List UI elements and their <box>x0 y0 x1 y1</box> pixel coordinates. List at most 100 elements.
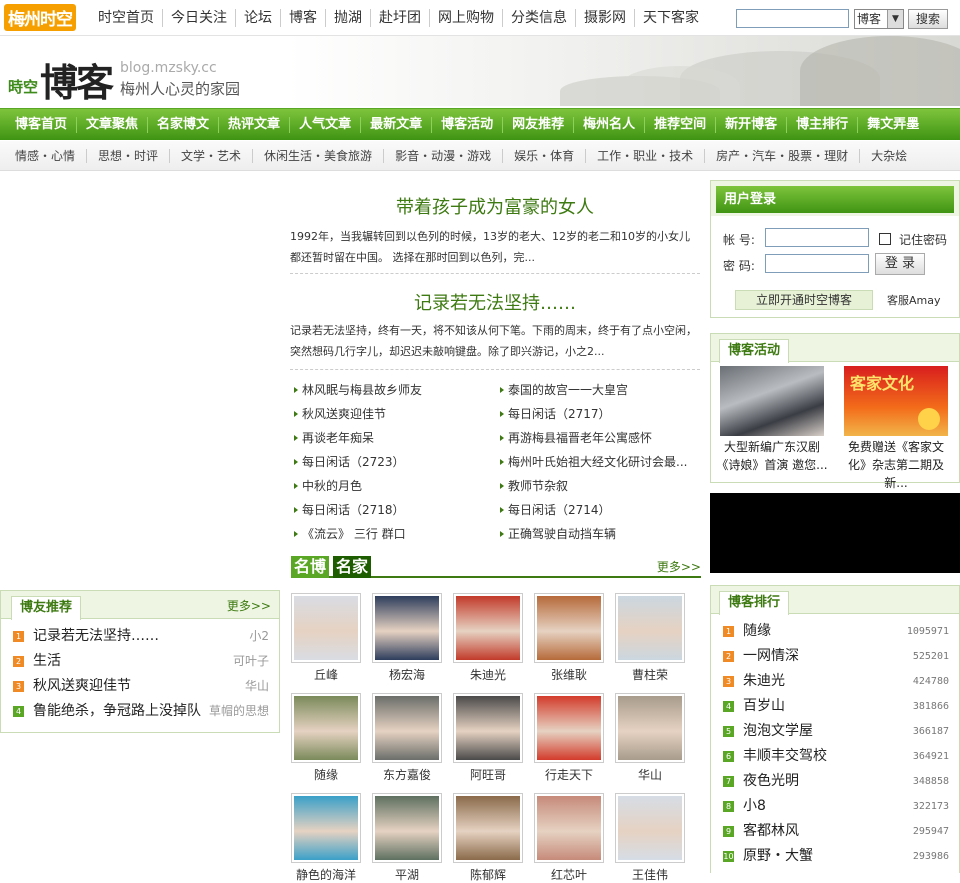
top-nav-link[interactable]: 摄影网 <box>575 9 634 27</box>
article-link[interactable]: 正确驾驶自动挡车辆 <box>498 524 704 548</box>
blogger-avatar[interactable] <box>372 693 442 763</box>
top-nav-link[interactable]: 天下客家 <box>634 9 707 27</box>
main-nav-item[interactable]: 博主排行 <box>786 116 857 133</box>
famous-blogger-more-link[interactable]: 更多>> <box>657 558 701 575</box>
friend-recommend-more-link[interactable]: 更多>> <box>227 597 271 614</box>
article-link[interactable]: 每日闲话（2723） <box>292 452 498 476</box>
ranking-row[interactable]: 8 小8 322173 <box>711 794 959 819</box>
blogger-card[interactable]: 平湖 <box>372 793 442 883</box>
main-nav-item[interactable]: 最新文章 <box>360 116 431 133</box>
category-nav-item[interactable]: 大杂烩 <box>859 148 918 163</box>
top-nav-link[interactable]: 赴圩团 <box>370 9 429 27</box>
ranking-row[interactable]: 6 丰顺丰交驾校 364921 <box>711 744 959 769</box>
ranking-blog-name[interactable]: 小8 <box>743 798 766 814</box>
remember-password-checkbox[interactable] <box>879 233 891 245</box>
blogger-avatar[interactable] <box>291 793 361 863</box>
friend-recommend-tab[interactable]: 博友推荐 <box>11 596 82 620</box>
search-button[interactable]: 搜索 <box>908 9 948 29</box>
blogger-avatar[interactable] <box>291 693 361 763</box>
article-link[interactable]: 秋风送爽迎佳节 <box>292 404 498 428</box>
ranking-row[interactable]: 1 随缘 1095971 <box>711 619 959 644</box>
blogger-avatar[interactable] <box>534 693 604 763</box>
main-nav-item[interactable]: 推荐空间 <box>644 116 715 133</box>
blogger-card[interactable]: 朱迪光 <box>453 593 523 683</box>
main-nav-item[interactable]: 热评文章 <box>218 116 289 133</box>
blogger-name[interactable]: 随缘 <box>291 766 361 783</box>
category-nav-item[interactable]: 房产・汽车・股票・理财 <box>704 148 859 163</box>
blogger-name[interactable]: 陈郁辉 <box>453 866 523 883</box>
list-item-title[interactable]: 记录若无法坚持…… <box>33 628 159 644</box>
blogger-name[interactable]: 华山 <box>615 766 685 783</box>
blogger-avatar[interactable] <box>534 593 604 663</box>
search-category-select[interactable]: 博客 <box>854 9 904 29</box>
blogger-name[interactable]: 静色的海洋 <box>291 866 361 883</box>
article-link[interactable]: 林风眠与梅县故乡师友 <box>292 380 498 404</box>
blogger-card[interactable]: 杨宏海 <box>372 593 442 683</box>
main-nav-item[interactable]: 文章聚焦 <box>76 116 147 133</box>
ranking-blog-name[interactable]: 原野・大蟹 <box>743 848 813 864</box>
list-item[interactable]: 1 记录若无法坚持…… 小2 <box>1 624 279 649</box>
article-link[interactable]: 再谈老年痴呆 <box>292 428 498 452</box>
blogger-card[interactable]: 静色的海洋 <box>291 793 361 883</box>
ranking-blog-name[interactable]: 丰顺丰交驾校 <box>743 748 827 764</box>
login-button[interactable]: 登 录 <box>875 253 925 275</box>
blogger-avatar[interactable] <box>453 793 523 863</box>
top-nav-link[interactable]: 时空首页 <box>90 9 162 27</box>
top-nav-link[interactable]: 分类信息 <box>502 9 575 27</box>
blogger-avatar[interactable] <box>615 693 685 763</box>
ranking-blog-name[interactable]: 朱迪光 <box>743 673 785 689</box>
featured-title-2[interactable]: 记录若无法坚持…… <box>290 289 700 315</box>
list-item-author[interactable]: 可叶子 <box>233 649 269 674</box>
blogger-avatar[interactable] <box>453 693 523 763</box>
top-nav-link[interactable]: 今日关注 <box>162 9 235 27</box>
main-nav-item[interactable]: 新开博客 <box>715 116 786 133</box>
article-link[interactable]: 每日闲话（2714） <box>498 500 704 524</box>
activity-image[interactable]: 客家文化 <box>844 366 948 436</box>
ranking-row[interactable]: 10 原野・大蟹 293986 <box>711 844 959 869</box>
list-item[interactable]: 3 秋风送爽迎佳节 华山 <box>1 674 279 699</box>
password-input[interactable] <box>765 254 869 273</box>
category-nav-item[interactable]: 文学・艺术 <box>169 148 252 163</box>
blogger-card[interactable]: 随缘 <box>291 693 361 783</box>
activity-caption[interactable]: 免费赠送《客家文化》杂志第二期及新... <box>839 438 953 492</box>
list-item-title[interactable]: 鲁能绝杀，争冠路上没掉队 <box>33 703 201 719</box>
ranking-blog-name[interactable]: 夜色光明 <box>743 773 799 789</box>
ranking-row[interactable]: 5 泡泡文学屋 366187 <box>711 719 959 744</box>
account-input[interactable] <box>765 228 869 247</box>
activity-item[interactable]: 大型新编广东汉剧《诗娘》首演 邀您... <box>715 366 829 474</box>
article-link[interactable]: 每日闲话（2717） <box>498 404 704 428</box>
category-nav-item[interactable]: 休闲生活・美食旅游 <box>252 148 383 163</box>
article-link[interactable]: 梅州叶氏始祖大经文化研讨会最... <box>498 452 704 476</box>
blog-ranking-tab[interactable]: 博客排行 <box>719 591 790 615</box>
list-item-title[interactable]: 生活 <box>33 653 61 669</box>
blogger-name[interactable]: 东方嘉俊 <box>372 766 442 783</box>
blogger-avatar[interactable] <box>291 593 361 663</box>
blog-activity-tab[interactable]: 博客活动 <box>719 339 790 363</box>
top-nav-link[interactable]: 论坛 <box>235 9 280 27</box>
ranking-row[interactable]: 7 夜色光明 348858 <box>711 769 959 794</box>
blogger-card[interactable]: 华山 <box>615 693 685 783</box>
ranking-blog-name[interactable]: 泡泡文学屋 <box>743 723 813 739</box>
blogger-avatar[interactable] <box>453 593 523 663</box>
main-nav-item[interactable]: 网友推荐 <box>502 116 573 133</box>
ranking-blog-name[interactable]: 百岁山 <box>743 698 785 714</box>
ranking-blog-name[interactable]: 一网情深 <box>743 648 799 664</box>
main-nav-item[interactable]: 舞文弄墨 <box>857 116 928 133</box>
activity-image[interactable] <box>720 366 824 436</box>
list-item[interactable]: 2 生活 可叶子 <box>1 649 279 674</box>
top-nav-link[interactable]: 博客 <box>280 9 325 27</box>
blogger-name[interactable]: 张维耿 <box>534 666 604 683</box>
video-player-area[interactable] <box>710 493 960 573</box>
ranking-row[interactable]: 2 一网情深 525201 <box>711 644 959 669</box>
blogger-avatar[interactable] <box>534 793 604 863</box>
list-item-author[interactable]: 小2 <box>249 624 269 649</box>
main-nav-item[interactable]: 名家博文 <box>147 116 218 133</box>
main-nav-item[interactable]: 人气文章 <box>289 116 360 133</box>
blogger-name[interactable]: 丘峰 <box>291 666 361 683</box>
blogger-name[interactable]: 红芯叶 <box>534 866 604 883</box>
article-link[interactable]: 中秋的月色 <box>292 476 498 500</box>
main-nav-item[interactable]: 博客首页 <box>6 117 76 133</box>
site-logo[interactable]: 梅州时空 <box>4 4 76 31</box>
blogger-name[interactable]: 朱迪光 <box>453 666 523 683</box>
article-link[interactable]: 《流云》 三行 群口 <box>292 524 498 548</box>
